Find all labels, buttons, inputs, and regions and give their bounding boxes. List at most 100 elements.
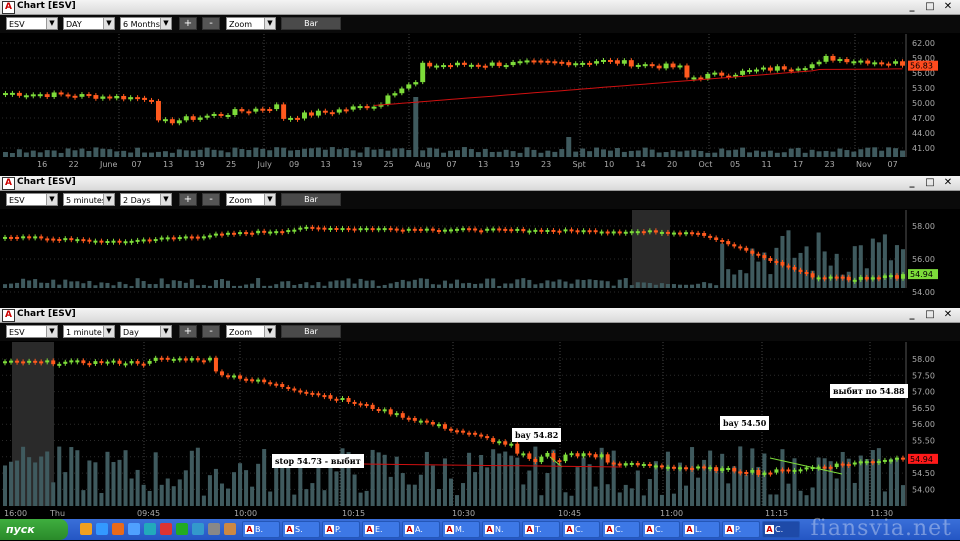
app-logo-icon: A bbox=[2, 309, 15, 322]
symbol-select[interactable]: ESV ▼ bbox=[6, 325, 58, 338]
candle-body bbox=[295, 117, 301, 120]
taskbar-window-button[interactable]: A M. bbox=[442, 521, 480, 538]
quicklaunch-icon[interactable] bbox=[176, 523, 188, 535]
close-icon[interactable]: ✕ bbox=[942, 177, 954, 188]
volume-bar bbox=[756, 261, 761, 288]
candle-body bbox=[732, 467, 737, 472]
taskbar-window-button[interactable]: A C. bbox=[642, 521, 680, 538]
volume-bar bbox=[207, 285, 212, 288]
price-chart-daily[interactable]: 62.00 59.00 56.00 53.00 50.00 47.00 44.00 41.00… bbox=[2, 34, 958, 169]
y-tick-label: 62.00 bbox=[912, 39, 935, 48]
y-tick-label: 54.00 bbox=[912, 288, 935, 297]
candle-body bbox=[482, 65, 488, 68]
candle-body bbox=[225, 232, 231, 235]
candle-body bbox=[165, 237, 170, 240]
window-titlebar[interactable]: A Chart [ESV] _ □ ✕ bbox=[0, 176, 960, 191]
close-icon[interactable]: ✕ bbox=[942, 309, 954, 320]
zoom-select[interactable]: Zoom ▼ bbox=[226, 325, 276, 338]
range-select[interactable]: 2 Days ▼ bbox=[120, 193, 172, 206]
bar-type-button[interactable]: Bar bbox=[281, 17, 341, 30]
quicklaunch-icon[interactable] bbox=[128, 523, 140, 535]
zoom-select[interactable]: Zoom ▼ bbox=[226, 193, 276, 206]
bar-type-button[interactable]: Bar bbox=[281, 325, 341, 338]
zoom-out-button[interactable]: - bbox=[202, 325, 220, 338]
candle-body bbox=[141, 363, 146, 366]
quicklaunch-icon[interactable] bbox=[224, 523, 236, 535]
quicklaunch-icon[interactable] bbox=[144, 523, 156, 535]
session-shade bbox=[632, 210, 670, 288]
volume-bar bbox=[190, 150, 196, 157]
taskbar-window-button[interactable]: A S. bbox=[282, 521, 320, 538]
taskbar-window-button[interactable]: A C. bbox=[762, 521, 800, 538]
y-tick-label: 54.00 bbox=[912, 485, 935, 494]
quicklaunch-icon[interactable] bbox=[96, 523, 108, 535]
zoom-out-button[interactable]: - bbox=[202, 17, 220, 30]
candle-body bbox=[75, 360, 80, 363]
candle-body bbox=[246, 111, 252, 114]
minimize-icon[interactable]: _ bbox=[906, 177, 918, 188]
volume-bar bbox=[894, 245, 899, 288]
volume-bar bbox=[232, 147, 238, 157]
candle-body bbox=[21, 361, 26, 364]
interval-select[interactable]: DAY ▼ bbox=[63, 17, 115, 30]
minimize-icon[interactable]: _ bbox=[906, 309, 918, 320]
zoom-in-button[interactable]: + bbox=[179, 17, 197, 30]
volume-bar bbox=[656, 152, 662, 157]
range-select[interactable]: Day ▼ bbox=[120, 325, 172, 338]
quicklaunch-icon[interactable] bbox=[80, 523, 92, 535]
taskbar-window-button[interactable]: A A. bbox=[402, 521, 440, 538]
volume-bar bbox=[461, 483, 466, 506]
firefox-icon[interactable] bbox=[112, 523, 124, 535]
symbol-select[interactable]: ESV ▼ bbox=[6, 17, 58, 30]
zoom-select[interactable]: Zoom ▼ bbox=[226, 17, 276, 30]
range-select[interactable]: 6 Months ▼ bbox=[120, 17, 172, 30]
price-chart-5min[interactable]: 58.00 56.00 54.00 54.94 bbox=[2, 210, 958, 300]
symbol-select[interactable]: ESV ▼ bbox=[6, 193, 58, 206]
volume-bar bbox=[388, 283, 393, 288]
maximize-icon[interactable]: □ bbox=[924, 1, 936, 12]
bar-type-button[interactable]: Bar bbox=[281, 193, 341, 206]
maximize-icon[interactable]: □ bbox=[924, 309, 936, 320]
minimize-icon[interactable]: _ bbox=[906, 1, 918, 12]
volume-bar bbox=[304, 489, 309, 506]
volume-bar bbox=[135, 278, 140, 288]
close-icon[interactable]: ✕ bbox=[942, 1, 954, 12]
candle-body bbox=[253, 108, 259, 112]
volume-bar bbox=[87, 460, 92, 506]
taskbar-window-button[interactable]: A C. bbox=[562, 521, 600, 538]
zoom-in-button[interactable]: + bbox=[179, 325, 197, 338]
window-titlebar[interactable]: A Chart [ESV] _ □ ✕ bbox=[0, 0, 960, 15]
candle-body bbox=[879, 62, 885, 65]
start-button[interactable]: пуск bbox=[0, 519, 68, 540]
quicklaunch-icon[interactable] bbox=[192, 523, 204, 535]
maximize-icon[interactable]: □ bbox=[924, 177, 936, 188]
volume-bar bbox=[334, 471, 339, 506]
candle-body bbox=[647, 230, 652, 233]
candle-body bbox=[183, 116, 189, 121]
candle-body bbox=[9, 236, 14, 239]
taskbar-window-button[interactable]: A В. bbox=[242, 521, 280, 538]
volume-bar bbox=[524, 147, 530, 157]
taskbar-window-button[interactable]: A N. bbox=[482, 521, 520, 538]
taskbar-window-button[interactable]: A L. bbox=[682, 521, 720, 538]
price-chart-1min[interactable]: 58.0057.5057.0056.5056.0055.5055.0054.50… bbox=[2, 342, 958, 518]
quicklaunch-icon[interactable] bbox=[208, 523, 220, 535]
quicklaunch-icon[interactable] bbox=[160, 523, 172, 535]
volume-bar bbox=[587, 464, 592, 506]
candle-body bbox=[719, 72, 725, 76]
taskbar-window-button[interactable]: A P. bbox=[322, 521, 360, 538]
taskbar-window-button[interactable]: A E. bbox=[362, 521, 400, 538]
taskbar-window-button[interactable]: A T. bbox=[522, 521, 560, 538]
volume-bar bbox=[107, 149, 113, 157]
volume-bar bbox=[479, 455, 484, 506]
zoom-in-button[interactable]: + bbox=[179, 193, 197, 206]
interval-select[interactable]: 5 minutes ▼ bbox=[63, 193, 115, 206]
zoom-out-button[interactable]: - bbox=[202, 193, 220, 206]
volume-bar bbox=[517, 152, 523, 157]
interval-select[interactable]: 1 minute ▼ bbox=[63, 325, 115, 338]
volume-bar bbox=[496, 151, 502, 157]
window-titlebar[interactable]: A Chart [ESV] _ □ ✕ bbox=[0, 308, 960, 323]
taskbar-window-button[interactable]: A P. bbox=[722, 521, 760, 538]
volume-bar bbox=[557, 463, 562, 506]
taskbar-window-button[interactable]: A C. bbox=[602, 521, 640, 538]
